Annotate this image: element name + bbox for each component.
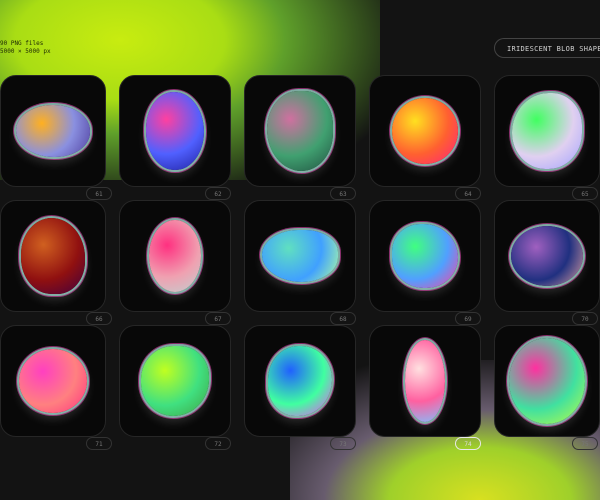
file-info: 90 PNG files 5000 × 5000 px [0, 40, 51, 56]
iridescent-blob [512, 93, 582, 169]
item-number-badge: 70 [572, 312, 598, 325]
iridescent-blob [268, 346, 332, 416]
item-number-badge: 64 [455, 187, 481, 200]
blob-card[interactable] [494, 75, 600, 187]
item-number-badge: 66 [86, 312, 112, 325]
blob-card[interactable] [244, 200, 356, 312]
blob-card[interactable] [244, 325, 356, 437]
iridescent-blob [141, 346, 209, 416]
blob-card[interactable] [0, 325, 106, 437]
iridescent-blob [405, 340, 445, 422]
iridescent-blob [392, 98, 458, 164]
blob-card[interactable] [0, 75, 106, 187]
file-dimensions: 5000 × 5000 px [0, 48, 51, 55]
blob-card[interactable] [0, 200, 106, 312]
item-number-badge: 68 [330, 312, 356, 325]
item-number-badge: 63 [330, 187, 356, 200]
blob-card[interactable] [119, 200, 231, 312]
iridescent-blob [16, 105, 90, 157]
item-number-badge: 71 [86, 437, 112, 450]
blob-card[interactable] [119, 75, 231, 187]
item-number-badge: 74 [455, 437, 481, 450]
item-number-badge: 73 [330, 437, 356, 450]
item-number-badge: 67 [205, 312, 231, 325]
blob-card[interactable] [119, 325, 231, 437]
blob-card[interactable] [369, 75, 481, 187]
blob-card[interactable] [369, 200, 481, 312]
iridescent-blob [146, 92, 204, 170]
iridescent-blob [392, 224, 458, 288]
blob-card[interactable] [494, 325, 600, 437]
item-number-badge: 61 [86, 187, 112, 200]
iridescent-blob [21, 218, 85, 294]
item-number-badge: 62 [205, 187, 231, 200]
iridescent-blob [149, 220, 201, 292]
item-number-badge: 65 [572, 187, 598, 200]
title-pill: IRIDESCENT BLOB SHAPES [494, 38, 600, 58]
iridescent-blob [19, 349, 87, 413]
iridescent-blob [511, 226, 583, 286]
blob-card[interactable] [369, 325, 481, 437]
file-count: 90 PNG files [0, 40, 44, 47]
item-number-badge: 69 [455, 312, 481, 325]
blob-card[interactable] [244, 75, 356, 187]
iridescent-blob [267, 91, 333, 171]
item-number-badge: 75 [572, 437, 598, 450]
iridescent-blob [262, 230, 338, 282]
item-number-badge: 72 [205, 437, 231, 450]
blob-card[interactable] [494, 200, 600, 312]
iridescent-blob [509, 338, 585, 424]
